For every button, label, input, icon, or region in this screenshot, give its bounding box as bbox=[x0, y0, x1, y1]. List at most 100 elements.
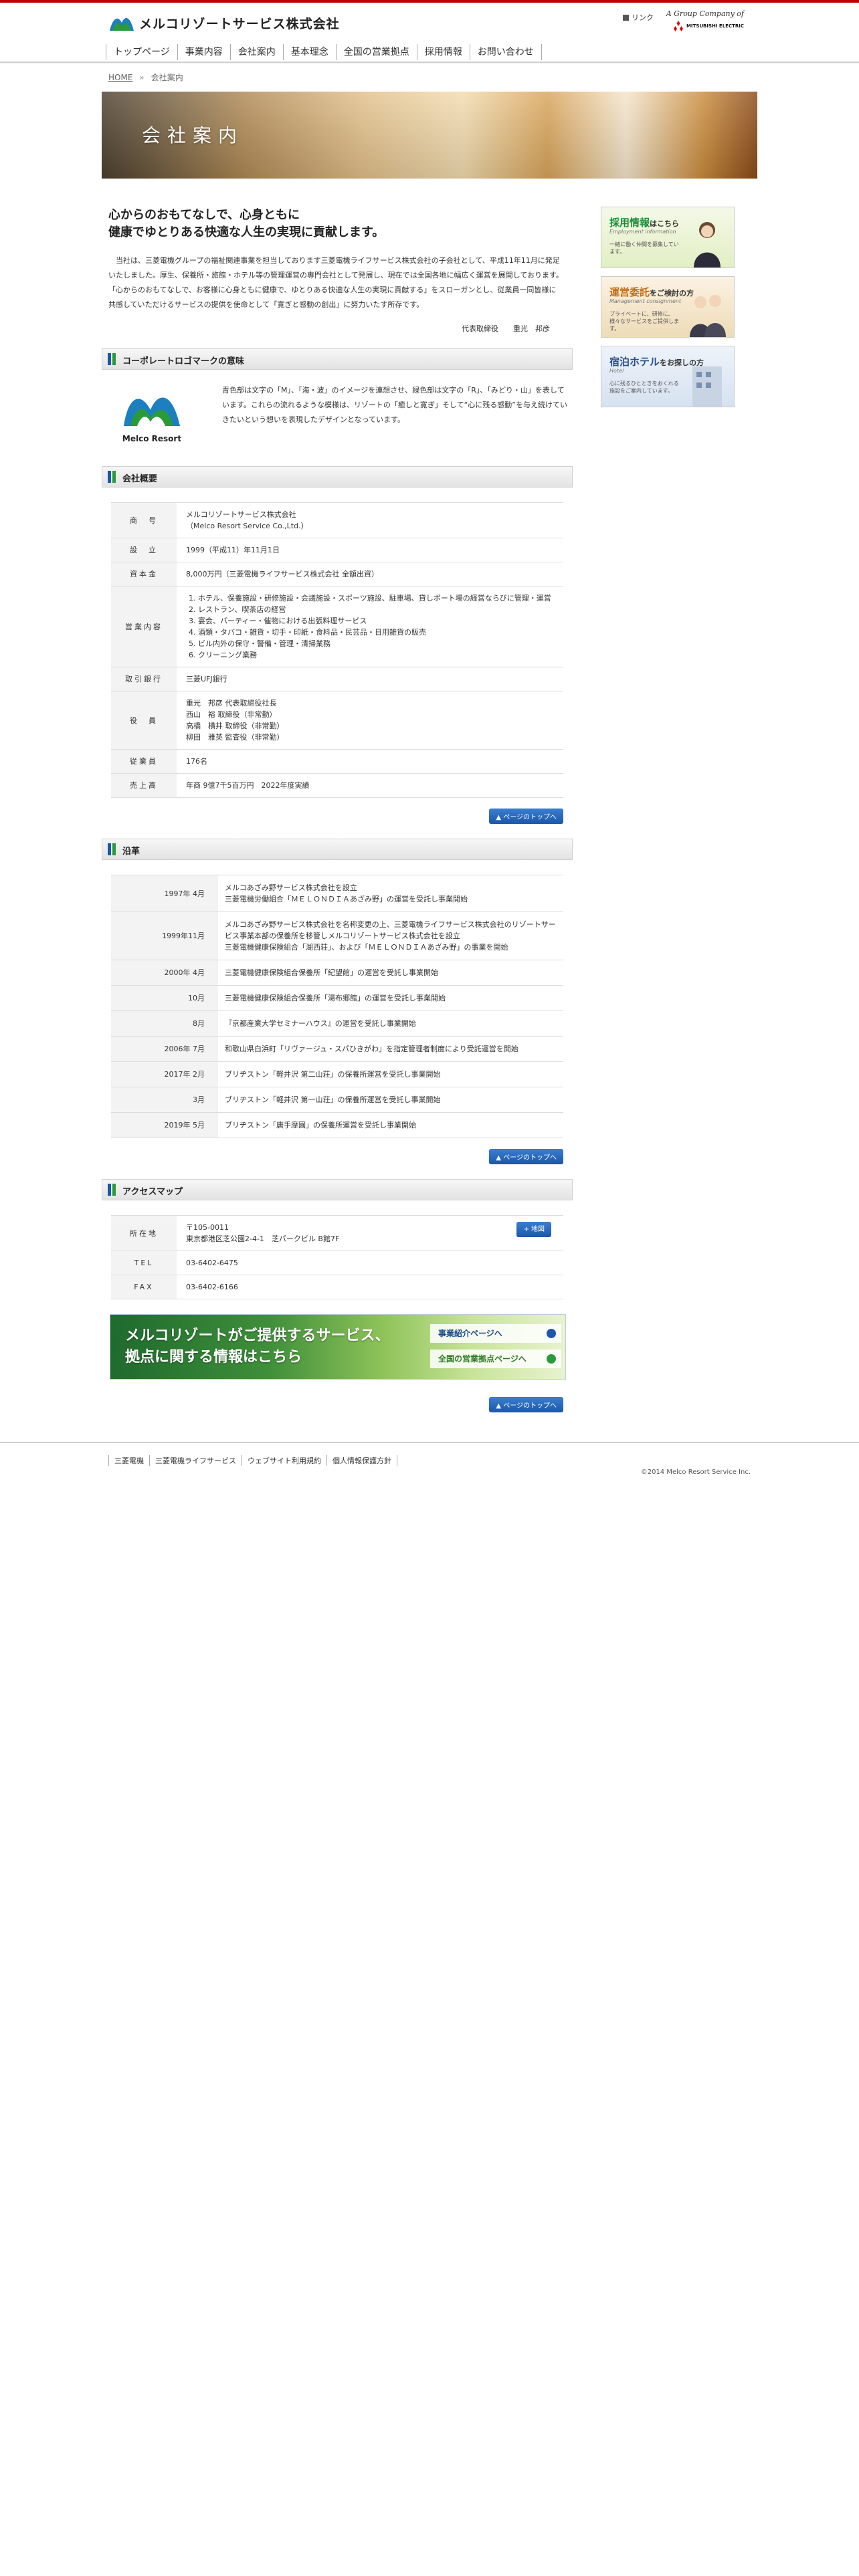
banner-title: 採用情報はこちら bbox=[609, 215, 679, 229]
value-line: 重光 邦彦 代表取締役社長 bbox=[186, 699, 277, 708]
page-top-button[interactable]: ▲ ページのトップへ bbox=[489, 809, 563, 824]
company-overview-table: 商 号 メルコリゾートサービス株式会社 （Melco Resort Service… bbox=[111, 502, 563, 798]
history-text: メルコあざみ野サービス株式会社を名称変更の上、三菱電機ライフサービス株式会社のリ… bbox=[218, 911, 563, 960]
value-line: 柳田 雅英 監査役（非常勤） bbox=[186, 733, 284, 742]
history-date: 2000年 4月 bbox=[111, 960, 218, 986]
table-row: 商 号 メルコリゾートサービス株式会社 （Melco Resort Service… bbox=[111, 502, 563, 538]
footer: 三菱電機 三菱電機ライフサービス ウェブサイト利用規約 個人情報保護方針 ©20… bbox=[102, 1443, 757, 1476]
nav-item-top[interactable]: トップページ bbox=[106, 44, 177, 60]
history-text: 三菱電機健康保険組合保養所「紀望館」の運営を受託し事業開始 bbox=[218, 960, 563, 986]
offices-page-link[interactable]: 全国の営業拠点ページへ bbox=[430, 1350, 561, 1368]
banner-title: 運営委託をご検討の方 bbox=[609, 285, 694, 299]
nav-item-recruit[interactable]: 採用情報 bbox=[416, 44, 470, 60]
table-row: 10月 三菱電機健康保険組合保養所「湯布郷館」の運営を受託し事業開始 bbox=[111, 985, 563, 1011]
history-date: 2006年 7月 bbox=[111, 1036, 218, 1062]
table-row: 営業内容 ホテル、保養施設・研修施設・会議施設・スポーツ施設、駐車場、貸しボート… bbox=[111, 586, 563, 667]
hotel-building-icon bbox=[692, 366, 722, 407]
section-heading-access: アクセスマップ bbox=[102, 1179, 573, 1200]
arrow-right-icon bbox=[547, 1329, 556, 1338]
footer-nav: 三菱電機 三菱電機ライフサービス ウェブサイト利用規約 個人情報保護方針 bbox=[102, 1443, 757, 1466]
page-top-button[interactable]: ▲ ページのトップへ bbox=[489, 1397, 563, 1412]
banner-subtitle: Hotel bbox=[609, 368, 624, 374]
row-key: TEL bbox=[111, 1251, 177, 1275]
link-page-link[interactable]: リンク bbox=[623, 12, 654, 23]
mitsubishi-logo: MITSUBISHI ELECTRIC bbox=[666, 21, 744, 31]
banner-title-main: 運営委託 bbox=[609, 286, 650, 298]
access-table: 所在地 + 地図 〒105-0011 東京都港区芝公園2-4-1 芝パークビル … bbox=[111, 1215, 563, 1299]
table-row: TEL 03-6402-6475 bbox=[111, 1251, 563, 1275]
hotel-banner[interactable]: 宿泊ホテルをお探しの方 Hotel 心に残るひとときをおくれる施設をご案内してい… bbox=[601, 346, 735, 407]
list-item: レストラン、喫茶店の経営 bbox=[198, 604, 558, 615]
fax-value: 03-6402-6166 bbox=[177, 1275, 563, 1299]
breadcrumb-current: 会社案内 bbox=[151, 73, 183, 82]
footer-link-mitsubishi[interactable]: 三菱電機 bbox=[108, 1455, 149, 1466]
row-key: FAX bbox=[111, 1275, 177, 1299]
history-date: 1999年11月 bbox=[111, 911, 218, 960]
table-row: 3月 ブリヂストン「軽井沢 第一山荘」の保養所運営を受託し事業開始 bbox=[111, 1087, 563, 1113]
history-table: 1997年 4月 メルコあざみ野サービス株式会社を設立 三菱電機労働組合「ＭＥＬＯ… bbox=[111, 875, 563, 1138]
row-key: 取引銀行 bbox=[111, 667, 177, 691]
nav-item-offices[interactable]: 全国の営業拠点 bbox=[335, 44, 417, 60]
section-title: 会社概要 bbox=[122, 474, 158, 484]
heading-bars-icon bbox=[108, 471, 117, 483]
row-value: 176名 bbox=[177, 749, 563, 774]
banner-description: 心に残るひとときをおくれる施設をご案内しています。 bbox=[609, 381, 679, 394]
group-brand: MITSUBISHI ELECTRIC bbox=[686, 23, 744, 29]
row-value: 三菱UFJ銀行 bbox=[177, 667, 563, 691]
site-logo[interactable]: メルコリゾートサービス株式会社 bbox=[108, 12, 340, 33]
banner-subtitle: Management consignment bbox=[609, 298, 682, 304]
page-top-row: ▲ ページのトップへ bbox=[102, 1397, 563, 1412]
banner-title-suffix: はこちら bbox=[650, 219, 680, 228]
row-value: 重光 邦彦 代表取締役社長 西山 裕 取締役（非常勤） 高橋 横井 取締役（非常… bbox=[177, 691, 563, 750]
row-value: 1999（平成11）年11月1日 bbox=[177, 538, 563, 562]
table-row: 所在地 + 地図 〒105-0011 東京都港区芝公園2-4-1 芝パークビル … bbox=[111, 1215, 563, 1251]
service-info-banner[interactable]: メルコリゾートがご提供するサービス、 拠点に関する情報はこちら 事業紹介ページへ… bbox=[110, 1314, 566, 1380]
table-row: 設 立 1999（平成11）年11月1日 bbox=[111, 538, 563, 562]
table-row: 従業員 176名 bbox=[111, 749, 563, 774]
value-line: 高橋 横井 取締役（非常勤） bbox=[186, 722, 284, 730]
nav-item-philosophy[interactable]: 基本理念 bbox=[282, 44, 336, 60]
banner-title-line: メルコリゾートがご提供するサービス、 bbox=[125, 1327, 390, 1344]
copyright: ©2014 Melco Resort Service Inc. bbox=[640, 1469, 751, 1476]
history-text: ブリヂストン「軽井沢 第一山荘」の保養所運営を受託し事業開始 bbox=[218, 1087, 563, 1113]
page-top-label: ページのトップへ bbox=[503, 1154, 557, 1162]
section-heading-history: 沿革 bbox=[102, 839, 573, 860]
list-item: 酒類・タバコ・雑貨・切手・印紙・食料品・民芸品・日用雑貨の販売 bbox=[198, 627, 558, 638]
recruit-banner[interactable]: 採用情報はこちら Employment information 一緒に働く仲間を… bbox=[601, 207, 735, 268]
footer-link-terms[interactable]: ウェブサイト利用規約 bbox=[242, 1455, 326, 1466]
page-top-row: ▲ ページのトップへ bbox=[102, 1149, 563, 1164]
table-row: 資本金 8,000万円（三菱電機ライフサービス株式会社 全額出資） bbox=[111, 562, 563, 586]
group-company-badge: A Group Company of MITSUBISHI ELECTRIC bbox=[666, 9, 744, 31]
list-item: 宴会、パーティー・催物における出張料理サービス bbox=[198, 615, 558, 627]
history-date: 2017年 2月 bbox=[111, 1061, 218, 1087]
sidebar: 採用情報はこちら Employment information 一緒に働く仲間を… bbox=[601, 207, 735, 1412]
nav-item-company[interactable]: 会社案内 bbox=[229, 44, 283, 60]
map-button[interactable]: + 地図 bbox=[516, 1222, 551, 1237]
business-page-link[interactable]: 事業紹介ページへ bbox=[430, 1324, 561, 1343]
nav-item-business[interactable]: 事業内容 bbox=[177, 44, 230, 60]
page-top-button[interactable]: ▲ ページのトップへ bbox=[489, 1149, 563, 1164]
content-wrapper: HOME » 会社案内 会社案内 心からのおもてなしで、心身ともに 健康でゆとりある… bbox=[102, 64, 757, 1412]
address: 東京都港区芝公園2-4-1 芝パークビル B館7F bbox=[186, 1235, 340, 1243]
nav-item-contact[interactable]: お問い合わせ bbox=[469, 44, 542, 60]
banner-description: プライベートに、研修に、様々なサービスをご提供します。 bbox=[609, 311, 679, 332]
lead-heading: 心からのおもてなしで、心身ともに 健康でゆとりある快適な人生の実現に貢献します。 bbox=[108, 207, 573, 241]
tel-value: 03-6402-6475 bbox=[177, 1251, 563, 1275]
page-title: 会社案内 bbox=[142, 124, 244, 146]
footer-link-privacy[interactable]: 個人情報保護方針 bbox=[326, 1455, 397, 1466]
table-row: 役 員 重光 邦彦 代表取締役社長 西山 裕 取締役（非常勤） 高橋 横井 取締… bbox=[111, 691, 563, 750]
melco-resort-mark-icon bbox=[124, 397, 180, 426]
page-top-label: ページのトップへ bbox=[503, 1402, 557, 1410]
table-row: 1997年 4月 メルコあざみ野サービス株式会社を設立 三菱電機労働組合「ＭＥＬＯ… bbox=[111, 875, 563, 912]
square-bullet-icon bbox=[623, 14, 629, 21]
management-banner[interactable]: 運営委託をご検討の方 Management consignment プライベート… bbox=[601, 276, 735, 338]
breadcrumb-home[interactable]: HOME bbox=[108, 73, 132, 82]
list-item: ホテル、保養施設・研修施設・会議施設・スポーツ施設、駐車場、貸しボート場の経営な… bbox=[198, 593, 558, 604]
section-title: アクセスマップ bbox=[122, 1187, 183, 1197]
table-row: 8月 『京都産業大学セミナーハウス』の運営を受託し事業開始 bbox=[111, 1010, 563, 1037]
footer-link-life-service[interactable]: 三菱電機ライフサービス bbox=[149, 1455, 242, 1466]
postal-code: 〒105-0011 bbox=[186, 1223, 229, 1232]
value-line: 西山 裕 取締役（非常勤） bbox=[186, 710, 277, 719]
history-date: 3月 bbox=[111, 1087, 218, 1113]
heading-bars-icon bbox=[108, 843, 117, 855]
